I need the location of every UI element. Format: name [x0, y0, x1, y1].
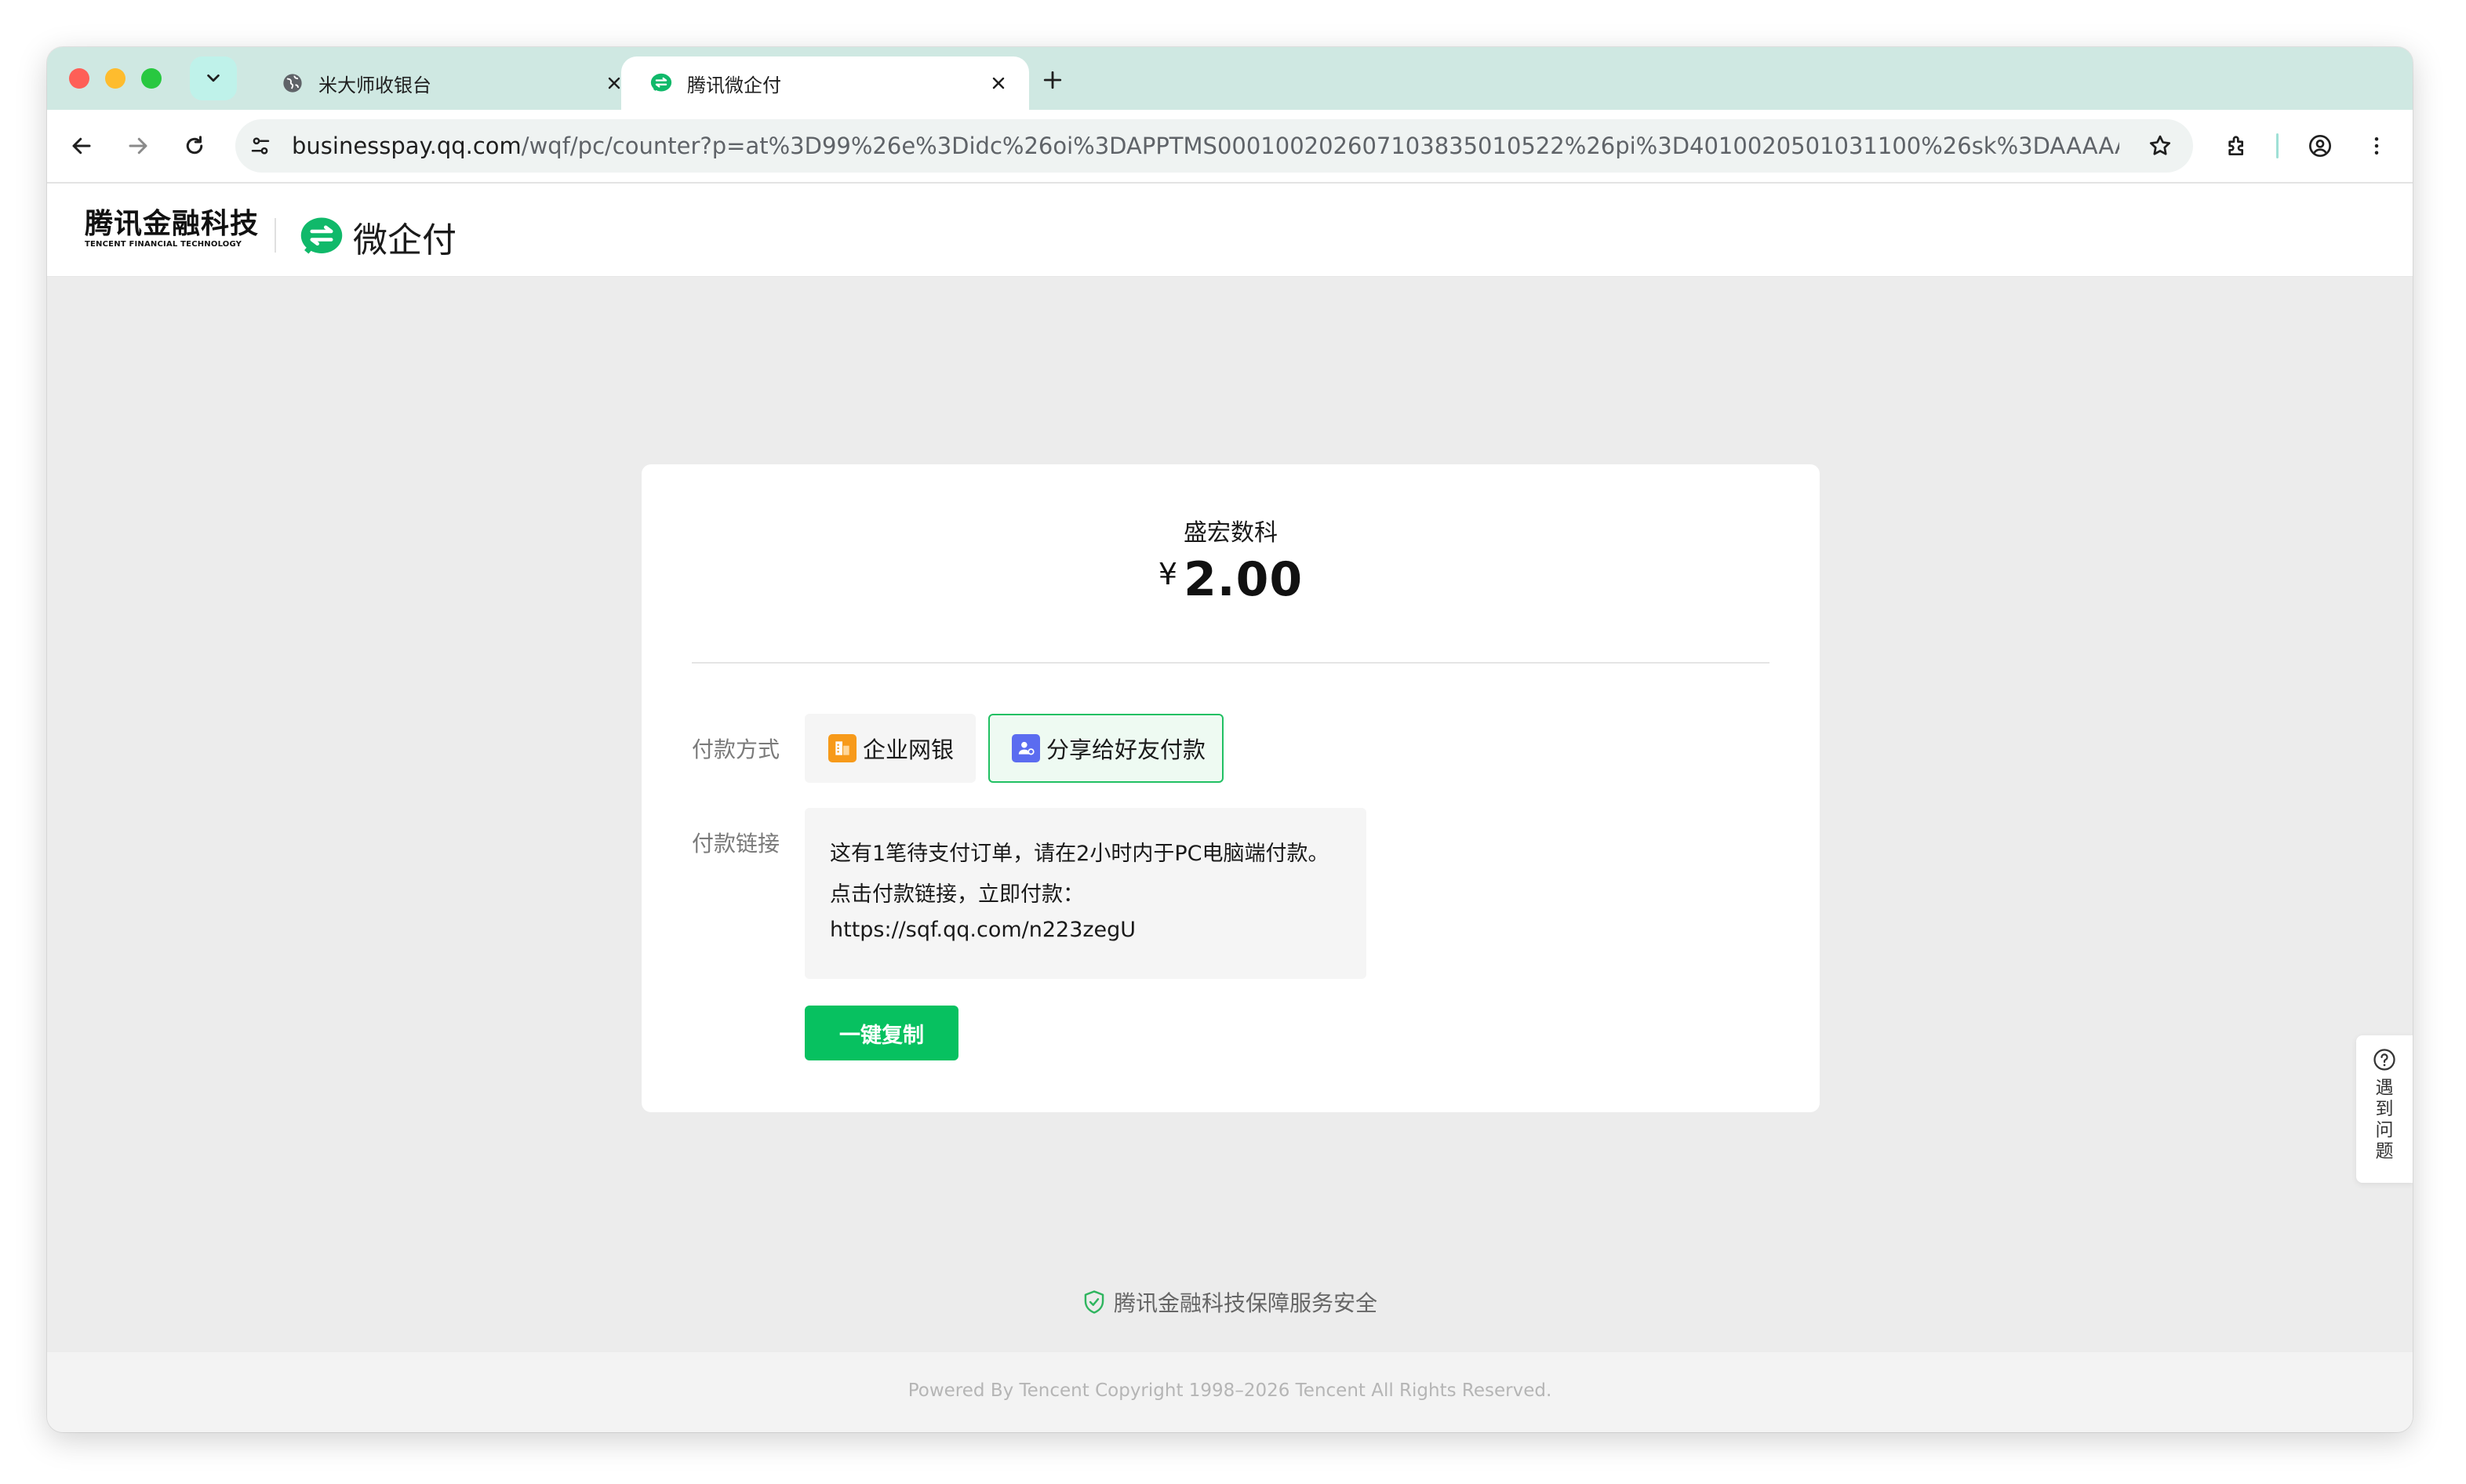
bank-icon	[828, 734, 857, 762]
amount-value: 2.00	[1184, 552, 1304, 607]
wqf-logo-icon	[300, 217, 343, 254]
product-name: 微企付	[353, 220, 456, 260]
more-menu-icon[interactable]	[2361, 130, 2392, 162]
forward-button[interactable]	[122, 130, 154, 162]
payment-link-url[interactable]: https://sqf.qq.com/n223zegU	[830, 918, 1136, 942]
page-header: 腾讯金融科技 TENCENT FINANCIAL TECHNOLOGY 微企付	[47, 184, 2413, 277]
close-window-button[interactable]	[69, 68, 89, 89]
merchant-name: 盛宏数科	[1184, 519, 1278, 547]
new-tab-button[interactable]	[1040, 67, 1065, 93]
link-text-line: 这有1笔待支付订单，请在2小时内于PC电脑端付款。	[830, 842, 1329, 866]
payment-card: 盛宏数科 ¥2.00 付款方式 企业网银 分享给好友付款 付款链接 这有1笔待支…	[642, 464, 1820, 1112]
plus-icon	[1043, 71, 1062, 89]
help-widget[interactable]: 遇到问题	[2356, 1035, 2413, 1183]
arrow-right-icon	[129, 137, 147, 155]
toolbar-divider	[2276, 133, 2279, 158]
browser-toolbar: businesspay.qq.com/wqf/pc/counter?p=at%3…	[47, 110, 2413, 184]
site-settings-icon[interactable]	[246, 132, 275, 160]
card-divider	[692, 662, 1769, 664]
profile-icon[interactable]	[2304, 130, 2336, 162]
arrow-left-icon	[72, 137, 91, 155]
reload-button[interactable]	[179, 130, 210, 162]
tab-midas-cashier[interactable]: 米大师收银台	[253, 56, 645, 110]
payment-link-label: 付款链接	[692, 831, 780, 857]
method-label: 分享给好友付款	[1046, 737, 1206, 763]
address-bar[interactable]: businesspay.qq.com/wqf/pc/counter?p=at%3…	[235, 119, 2193, 173]
chevron-down-icon	[207, 74, 220, 82]
brand-divider	[275, 218, 276, 253]
currency-symbol: ¥	[1158, 557, 1178, 591]
security-text: 腾讯金融科技保障服务安全	[1113, 1290, 1377, 1316]
tab-strip: 米大师收银台 腾讯微企付	[47, 47, 2413, 110]
close-tab-icon[interactable]	[987, 71, 1010, 95]
question-icon	[2373, 1049, 2395, 1071]
tab-title: 腾讯微企付	[687, 74, 781, 96]
bookmark-star-icon[interactable]	[2144, 130, 2176, 162]
extensions-icon[interactable]	[2221, 130, 2253, 162]
method-share-friend[interactable]: 分享给好友付款	[988, 714, 1224, 783]
link-text-line: 点击付款链接，立即付款：	[830, 882, 1084, 907]
payment-link-box: 这有1笔待支付订单，请在2小时内于PC电脑端付款。 点击付款链接，立即付款： h…	[805, 808, 1366, 979]
wqf-logo-icon	[649, 71, 673, 95]
url-text[interactable]: businesspay.qq.com/wqf/pc/counter?p=at%3…	[292, 119, 2119, 173]
tab-search-button[interactable]	[190, 56, 237, 100]
minimize-window-button[interactable]	[105, 68, 125, 89]
browser-window: 米大师收银台 腾讯微企付 businesspay.qq.com/wqf/pc/c…	[47, 47, 2413, 1432]
method-enterprise-bank[interactable]: 企业网银	[805, 714, 976, 783]
tab-title: 米大师收银台	[318, 74, 431, 96]
method-label: 企业网银	[863, 737, 955, 763]
reload-icon	[186, 136, 203, 155]
brand-cn: 腾讯金融科技	[85, 208, 260, 240]
help-label: 遇到问题	[2375, 1078, 2394, 1162]
payment-method-label: 付款方式	[692, 737, 780, 762]
maximize-window-button[interactable]	[141, 68, 162, 89]
tencent-fintech-logo: 腾讯金融科技 TENCENT FINANCIAL TECHNOLOGY	[85, 209, 259, 249]
globe-icon	[281, 71, 304, 95]
url-host: businesspay.qq.com	[292, 133, 522, 159]
copy-button[interactable]: 一键复制	[805, 1006, 958, 1060]
page-footer: Powered By Tencent Copyright 1998–2026 T…	[47, 1352, 2413, 1432]
brand-en: TENCENT FINANCIAL TECHNOLOGY	[85, 240, 242, 249]
copyright-text: Powered By Tencent Copyright 1998–2026 T…	[907, 1380, 1552, 1401]
share-user-icon	[1012, 734, 1040, 762]
shield-check-icon	[1084, 1290, 1104, 1314]
order-amount: ¥2.00	[642, 552, 1820, 607]
back-button[interactable]	[66, 130, 97, 162]
tab-wqf[interactable]: 腾讯微企付	[621, 56, 1029, 110]
wqf-brand: 微企付	[300, 212, 456, 262]
url-path: /wqf/pc/counter?p=at%3D99%26e%3Didc%26oi…	[521, 133, 2119, 159]
security-note: 腾讯金融科技保障服务安全	[47, 1286, 2413, 1318]
